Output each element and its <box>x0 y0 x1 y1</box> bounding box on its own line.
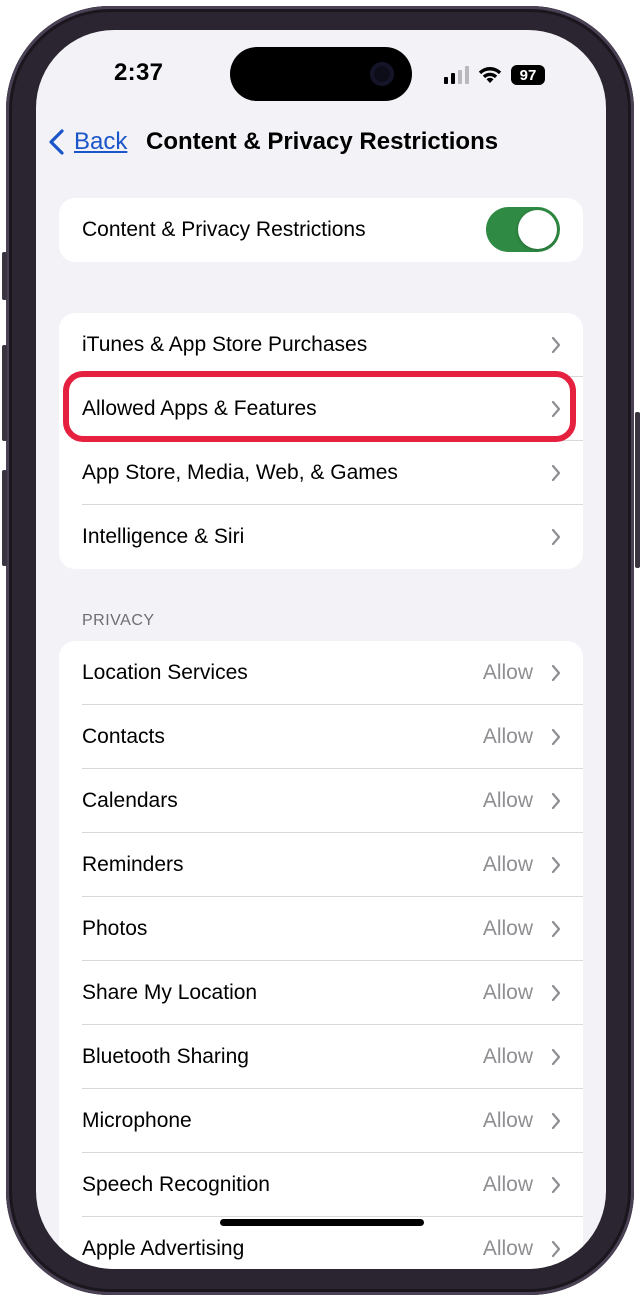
privacy-item-location-services[interactable]: Location Services Allow <box>59 641 583 705</box>
restrictions-toggle-switch[interactable] <box>486 207 560 252</box>
status-time: 2:37 <box>114 59 164 86</box>
navigation-bar: Back Content & Privacy Restrictions <box>36 122 606 166</box>
cellular-signal-icon <box>444 66 469 84</box>
chevron-left-icon <box>49 129 64 155</box>
chevron-right-icon <box>551 1176 561 1194</box>
privacy-item-value: Allow <box>482 789 533 812</box>
chevron-right-icon <box>551 856 561 874</box>
chevron-right-icon <box>551 1240 561 1258</box>
privacy-item-label: Reminders <box>82 853 184 876</box>
privacy-section-header: PRIVACY <box>82 612 155 629</box>
privacy-item-value: Allow <box>482 917 533 940</box>
privacy-item-bluetooth-sharing[interactable]: Bluetooth Sharing Allow <box>59 1025 583 1089</box>
chevron-right-icon <box>551 1048 561 1066</box>
privacy-item-value: Allow <box>482 981 533 1004</box>
highlight-annotation <box>63 371 576 442</box>
menu-item-label: Intelligence & Siri <box>82 525 245 548</box>
privacy-item-value: Allow <box>482 725 533 748</box>
privacy-group: Location Services Allow Contacts Allow C… <box>59 641 583 1269</box>
privacy-item-value: Allow <box>482 661 533 684</box>
privacy-item-label: Bluetooth Sharing <box>82 1045 249 1068</box>
privacy-item-photos[interactable]: Photos Allow <box>59 897 583 961</box>
privacy-item-speech-recognition[interactable]: Speech Recognition Allow <box>59 1153 583 1217</box>
power-button <box>635 412 640 568</box>
chevron-right-icon <box>551 664 561 682</box>
home-indicator[interactable] <box>220 1219 424 1226</box>
privacy-item-contacts[interactable]: Contacts Allow <box>59 705 583 769</box>
back-label: Back <box>74 128 128 155</box>
action-button <box>2 252 7 300</box>
privacy-item-calendars[interactable]: Calendars Allow <box>59 769 583 833</box>
menu-item-itunes-purchases[interactable]: iTunes & App Store Purchases <box>59 313 583 377</box>
chevron-right-icon <box>551 528 561 546</box>
chevron-right-icon <box>551 792 561 810</box>
chevron-right-icon <box>551 336 561 354</box>
privacy-item-value: Allow <box>482 1045 533 1068</box>
camera-icon <box>370 62 394 86</box>
privacy-item-reminders[interactable]: Reminders Allow <box>59 833 583 897</box>
privacy-item-label: Speech Recognition <box>82 1173 270 1196</box>
menu-item-label: App Store, Media, Web, & Games <box>82 461 398 484</box>
privacy-item-label: Location Services <box>82 661 248 684</box>
privacy-item-value: Allow <box>482 853 533 876</box>
volume-down-button <box>2 470 7 566</box>
chevron-right-icon <box>551 1112 561 1130</box>
chevron-right-icon <box>551 464 561 482</box>
battery-icon: 97 <box>511 65 545 85</box>
restrictions-toggle-group: Content & Privacy Restrictions <box>59 198 583 262</box>
privacy-item-label: Calendars <box>82 789 178 812</box>
wifi-icon <box>478 67 502 83</box>
back-button[interactable]: Back <box>46 122 127 162</box>
privacy-item-label: Share My Location <box>82 981 258 1004</box>
menu-item-label: iTunes & App Store Purchases <box>82 333 368 356</box>
chevron-right-icon <box>551 920 561 938</box>
privacy-item-label: Photos <box>82 917 148 940</box>
chevron-right-icon <box>551 984 561 1002</box>
status-icons: 97 <box>444 64 545 86</box>
privacy-item-value: Allow <box>482 1237 533 1260</box>
page-title: Content & Privacy Restrictions <box>146 128 499 155</box>
privacy-item-share-my-location[interactable]: Share My Location Allow <box>59 961 583 1025</box>
toggle-knob <box>518 210 557 249</box>
screen: 2:37 97 Back Content & Privacy Restricti… <box>36 30 606 1269</box>
privacy-item-label: Contacts <box>82 725 165 748</box>
restrictions-toggle-label: Content & Privacy Restrictions <box>82 218 366 241</box>
privacy-item-microphone[interactable]: Microphone Allow <box>59 1089 583 1153</box>
privacy-item-label: Microphone <box>82 1109 192 1132</box>
privacy-item-value: Allow <box>482 1173 533 1196</box>
chevron-right-icon <box>551 728 561 746</box>
privacy-item-value: Allow <box>482 1109 533 1132</box>
restrictions-toggle-row: Content & Privacy Restrictions <box>59 198 583 262</box>
dynamic-island <box>230 47 412 101</box>
menu-item-intelligence-siri[interactable]: Intelligence & Siri <box>59 505 583 569</box>
menu-item-app-store-media[interactable]: App Store, Media, Web, & Games <box>59 441 583 505</box>
volume-up-button <box>2 345 7 441</box>
